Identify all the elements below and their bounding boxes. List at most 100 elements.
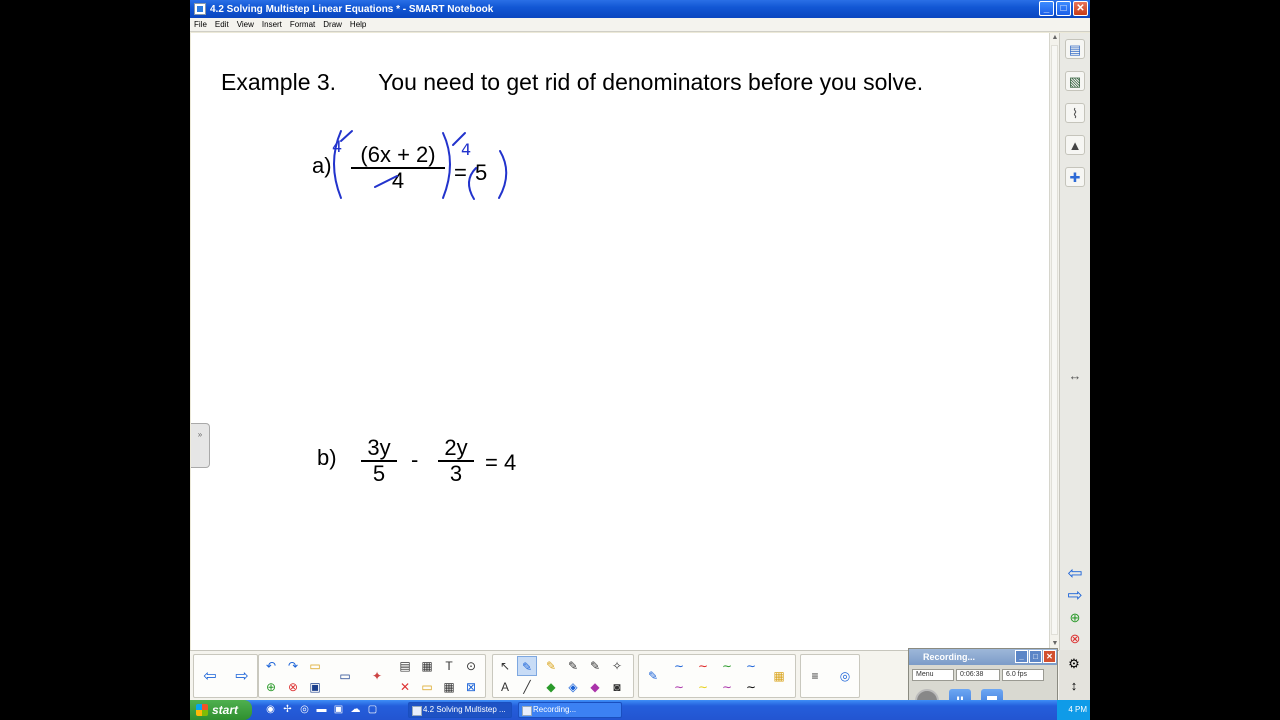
menu-file[interactable]: File	[194, 20, 207, 29]
calligraphic-pen-icon[interactable]: ✎	[563, 656, 583, 676]
customize-icon[interactable]: ◎	[835, 666, 855, 686]
pen-color-green-icon[interactable]: ∼	[717, 656, 737, 676]
move-toolbar-icon[interactable]: ↕	[1064, 676, 1084, 696]
menu-help[interactable]: Help	[350, 20, 366, 29]
screen-icon[interactable]: ▭	[335, 666, 355, 686]
menu-view[interactable]: View	[237, 20, 254, 29]
recorder-status-row: Menu 0:06:38 6.0 fps	[912, 669, 1044, 681]
toolbar-pen-styles-group: ✎ ∼ ∼ ∼ ∼ ∼ ∼ ∼ ∼ ▦	[638, 654, 796, 698]
delete-page-toolbar-icon[interactable]: ⊗	[283, 677, 303, 697]
folder-icon[interactable]: ▬	[315, 703, 328, 716]
ink-left-paren-close	[442, 132, 451, 199]
taskbar-item-notebook[interactable]: 4.2 Solving Multistep ...	[408, 702, 512, 718]
color-palette-icon[interactable]: ▦	[769, 666, 789, 686]
redo-icon[interactable]: ↷	[283, 656, 303, 676]
right-sidebar: ▤ ▧ ⌇ ▲ ✚ ↔ ⇦ ⇨ ⊕ ⊗	[1059, 33, 1090, 650]
delete-page-icon[interactable]: ⊗	[1065, 629, 1085, 649]
settings-gear-icon[interactable]: ⚙	[1064, 654, 1084, 674]
scroll-down-icon[interactable]: ▼	[1051, 640, 1059, 648]
pen-color-blue-icon[interactable]: ∼	[669, 656, 689, 676]
pen-color-black-icon[interactable]: ∼	[741, 677, 761, 697]
browser-icon[interactable]: ◉	[264, 703, 277, 716]
scroll-up-icon[interactable]: ▲	[1051, 34, 1059, 42]
paste-icon[interactable]: ▤	[395, 656, 415, 676]
ink-multiplier-right: 4	[461, 140, 471, 159]
full-screen-icon[interactable]: ▭	[417, 677, 437, 697]
creative-pen-icon[interactable]: ✎	[541, 656, 561, 676]
collapse-side-tab[interactable]: »	[191, 423, 210, 468]
pen-color-magenta-icon[interactable]: ∼	[717, 677, 737, 697]
pen-color-blue2-icon[interactable]: ∼	[741, 656, 761, 676]
recorder-side-strip: ⚙ ↕	[1059, 650, 1090, 700]
text-tool-icon[interactable]: T	[439, 656, 459, 676]
maximize-button[interactable]: □	[1056, 1, 1071, 16]
example-b-label: b)	[317, 445, 337, 470]
text-icon[interactable]: A	[495, 677, 515, 697]
line-icon[interactable]: ╱	[517, 677, 537, 697]
example-b-term2-denominator: 3	[449, 461, 463, 486]
attachments-icon[interactable]: ⌇	[1065, 103, 1085, 123]
forward-page-icon[interactable]: ⇨	[1065, 585, 1085, 605]
vertical-scrollbar[interactable]: ▲ ▼	[1049, 33, 1059, 650]
page-sorter-icon[interactable]: ▤	[1065, 39, 1085, 59]
taskbar: start ◉ ✢ ◎ ▬ ▣ ☁ ▢ 4.2 Solving Multiste…	[190, 700, 1090, 720]
media-icon[interactable]: ▣	[332, 703, 345, 716]
open-file-icon[interactable]: ▭	[305, 656, 325, 676]
menu-draw[interactable]: Draw	[323, 20, 342, 29]
taskbar-item-recording[interactable]: Recording...	[518, 702, 622, 718]
pen-color-yellow-icon[interactable]: ∼	[693, 677, 713, 697]
eraser-icon[interactable]: ◆	[585, 677, 605, 697]
recorder-title: Recording...	[923, 652, 976, 662]
add-page-icon[interactable]: ⊕	[1065, 608, 1085, 628]
pen-color-red-icon[interactable]: ∼	[693, 656, 713, 676]
fill-icon[interactable]: ◈	[563, 677, 583, 697]
select-icon[interactable]: ↖	[495, 656, 515, 676]
menu-insert[interactable]: Insert	[262, 20, 282, 29]
recorder-close-button[interactable]: ✕	[1043, 650, 1056, 663]
shapes-icon[interactable]: ◆	[541, 677, 561, 697]
zoom-icon[interactable]: ⊙	[461, 656, 481, 676]
start-button[interactable]: start	[190, 700, 252, 720]
scroll-thumb[interactable]	[1051, 45, 1058, 635]
addons-icon[interactable]: ✚	[1065, 167, 1085, 187]
example-b-term1-numerator: 3y	[361, 436, 397, 462]
delete-icon[interactable]: ✕	[395, 677, 415, 697]
ink-strike-left	[340, 130, 353, 142]
pen-style-icon[interactable]: ✎	[643, 666, 663, 686]
back-page-icon[interactable]: ⇦	[1065, 563, 1085, 583]
recorder-restore-button[interactable]: □	[1029, 650, 1042, 663]
close-toolbar-icon[interactable]: ⊠	[461, 677, 481, 697]
line-style-icon[interactable]: ≡	[805, 666, 825, 686]
menu-edit[interactable]: Edit	[215, 20, 229, 29]
recorder-minimize-button[interactable]: _	[1015, 650, 1028, 663]
minimize-button[interactable]: _	[1039, 1, 1054, 16]
shape-recognition-icon[interactable]: ✧	[607, 656, 627, 676]
table-icon[interactable]: ▦	[439, 677, 459, 697]
previous-page-icon[interactable]: ⇦	[200, 667, 220, 687]
add-page-toolbar-icon[interactable]: ⊕	[261, 677, 281, 697]
resize-icon[interactable]: ↔	[1065, 366, 1085, 386]
screen-shade-icon[interactable]: ✦	[367, 666, 387, 686]
magic-pen-icon[interactable]: ✎	[585, 656, 605, 676]
menu-bar: File Edit View Insert Format Draw Help	[190, 18, 1090, 32]
menu-format[interactable]: Format	[290, 20, 315, 29]
recorder-window-controls: _ □ ✕	[1015, 650, 1056, 663]
pen-color-purple-icon[interactable]: ∼	[669, 677, 689, 697]
toolbar-extra-group: ≡ ◎	[800, 654, 860, 698]
properties-toolbar-icon[interactable]: ◙	[607, 677, 627, 697]
properties-icon[interactable]: ▲	[1065, 135, 1085, 155]
firefox-icon[interactable]: ◎	[298, 703, 311, 716]
desktop-icon[interactable]: ▢	[366, 703, 379, 716]
pen-icon[interactable]: ✎	[517, 656, 537, 676]
gallery-toolbar-icon[interactable]: ▦	[417, 656, 437, 676]
close-button[interactable]: ✕	[1073, 1, 1088, 16]
network-icon[interactable]: ✢	[281, 703, 294, 716]
next-page-icon[interactable]: ⇨	[232, 667, 252, 687]
messenger-icon[interactable]: ☁	[349, 703, 362, 716]
undo-icon[interactable]: ↶	[261, 656, 281, 676]
example-b-term2-numerator: 2y	[438, 436, 474, 462]
whiteboard-canvas[interactable]: Example 3. You need to get rid of denomin…	[191, 33, 1049, 650]
save-icon[interactable]: ▣	[305, 677, 325, 697]
recorder-menu-dropdown[interactable]: Menu	[912, 669, 954, 681]
gallery-icon[interactable]: ▧	[1065, 71, 1085, 91]
